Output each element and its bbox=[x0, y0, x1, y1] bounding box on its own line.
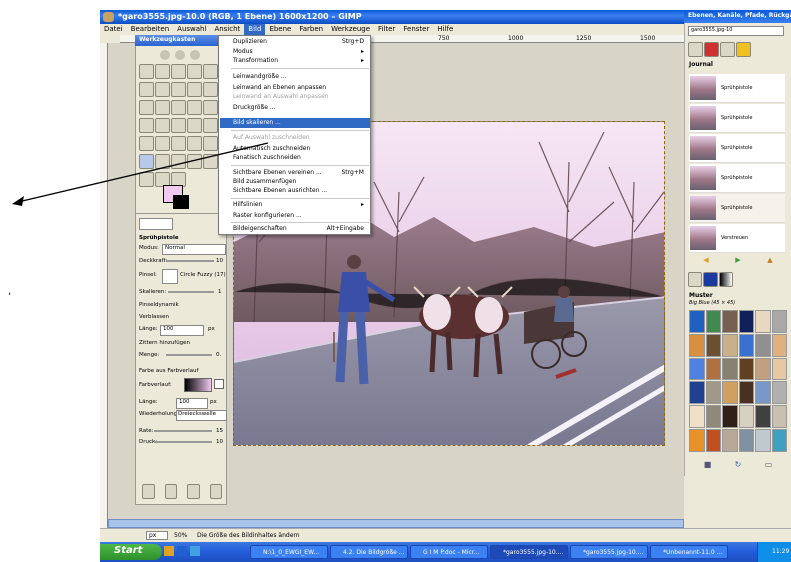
system-tray: 11:29 bbox=[757, 542, 791, 562]
journal-buttons: ◀ ▶ ▲ bbox=[690, 256, 786, 266]
history-thumbnail bbox=[690, 226, 716, 250]
patterns-tab-icon[interactable] bbox=[703, 272, 718, 287]
taskbar-button[interactable]: *Unbenannt-11.0 ... bbox=[650, 545, 728, 559]
unit-select[interactable]: px bbox=[146, 531, 168, 540]
pattern-tabs bbox=[688, 272, 733, 287]
open-pattern-icon[interactable]: ▭ bbox=[765, 460, 773, 470]
history-thumbnail bbox=[690, 196, 716, 220]
pattern-swatch[interactable] bbox=[738, 381, 754, 405]
pattern-swatch[interactable] bbox=[689, 381, 705, 405]
start-button[interactable]: Start bbox=[100, 544, 162, 560]
pattern-swatch[interactable] bbox=[771, 429, 787, 452]
history-thumbnail bbox=[690, 76, 716, 100]
horizontal-scrollbar[interactable] bbox=[108, 519, 684, 528]
taskbar-button[interactable]: N:\1_0_EWGI_EW... bbox=[250, 545, 328, 559]
taskbar-button[interactable]: *garo3555.jpg-10.... bbox=[490, 545, 568, 559]
quicklaunch-icon[interactable] bbox=[177, 546, 187, 556]
pattern-swatch[interactable] bbox=[755, 333, 771, 357]
history-label: Verstreuen bbox=[721, 235, 749, 241]
history-label: Sprühpistole bbox=[721, 205, 753, 211]
taskbar-button[interactable]: 4.2. Die Bildgröße ... bbox=[330, 545, 408, 559]
list-item[interactable]: Sprühpistole bbox=[689, 134, 785, 163]
journal-label: Journal bbox=[689, 61, 713, 68]
paths-tab-icon[interactable] bbox=[720, 42, 735, 57]
history-thumbnail bbox=[690, 106, 716, 130]
history-thumbnail bbox=[690, 136, 716, 160]
pattern-swatch[interactable] bbox=[755, 381, 771, 405]
dock-tabs bbox=[688, 42, 753, 57]
pattern-swatch[interactable] bbox=[738, 429, 754, 452]
pattern-swatch[interactable] bbox=[689, 429, 705, 452]
status-message: Die Größe des Bildinhaltes ändern bbox=[197, 532, 300, 539]
pattern-swatch[interactable] bbox=[705, 357, 721, 381]
history-label: Sprühpistole bbox=[721, 85, 753, 91]
pattern-swatch[interactable] bbox=[722, 310, 738, 333]
patterns-sublabel: Big Blue (45 × 45) bbox=[689, 300, 736, 306]
pattern-swatch[interactable] bbox=[738, 333, 754, 357]
pattern-swatch[interactable] bbox=[689, 405, 705, 429]
pattern-swatch[interactable] bbox=[771, 381, 787, 405]
pattern-swatch[interactable] bbox=[689, 333, 705, 357]
pattern-swatch[interactable] bbox=[755, 429, 771, 452]
list-item[interactable]: Sprühpistole bbox=[689, 74, 785, 103]
pattern-swatch[interactable] bbox=[705, 381, 721, 405]
delete-pattern-icon[interactable]: ■ bbox=[704, 460, 712, 470]
history-thumbnail bbox=[690, 166, 716, 190]
image-select-dropdown[interactable]: garo3555.jpg-10 bbox=[688, 26, 784, 36]
annotation-arrow bbox=[12, 142, 269, 206]
list-item[interactable]: Verstreuen bbox=[689, 224, 785, 253]
pattern-swatch[interactable] bbox=[722, 333, 738, 357]
channels-tab-icon[interactable] bbox=[704, 42, 719, 57]
dock-title[interactable]: Ebenen, Kanäle, Pfade, Rückgäng... bbox=[684, 10, 791, 23]
undo-icon[interactable]: ◀ bbox=[703, 256, 708, 266]
pattern-swatch[interactable] bbox=[755, 357, 771, 381]
quick-launch bbox=[164, 546, 214, 558]
pattern-swatch[interactable] bbox=[738, 357, 754, 381]
pattern-swatch[interactable] bbox=[755, 405, 771, 429]
pattern-swatch[interactable] bbox=[722, 381, 738, 405]
history-label: Sprühpistole bbox=[721, 175, 753, 181]
pattern-swatch[interactable] bbox=[705, 310, 721, 333]
pattern-buttons: ■ ↻ ▭ bbox=[692, 460, 784, 470]
pattern-swatch[interactable] bbox=[755, 310, 771, 333]
statusbar: px 50% Die Größe des Bildinhaltes ändern bbox=[100, 528, 791, 542]
pattern-swatch[interactable] bbox=[738, 310, 754, 333]
taskbar-button[interactable]: *garo3555.jpg-10.... bbox=[570, 545, 648, 559]
undo-tab-icon[interactable] bbox=[736, 42, 751, 57]
pattern-swatch[interactable] bbox=[722, 405, 738, 429]
pattern-swatch[interactable] bbox=[722, 429, 738, 452]
list-item[interactable]: Sprühpistole bbox=[689, 104, 785, 133]
list-item[interactable]: Sprühpistole bbox=[689, 194, 785, 223]
pattern-swatch[interactable] bbox=[689, 310, 705, 333]
redo-icon[interactable]: ▶ bbox=[735, 256, 740, 266]
pattern-swatch[interactable] bbox=[705, 405, 721, 429]
patterns-label: Muster bbox=[689, 292, 713, 299]
pattern-swatch[interactable] bbox=[771, 310, 787, 333]
refresh-patterns-icon[interactable]: ↻ bbox=[735, 460, 742, 470]
pattern-grid bbox=[689, 310, 787, 452]
history-label: Sprühpistole bbox=[721, 145, 753, 151]
layers-tab-icon[interactable] bbox=[688, 42, 703, 57]
pattern-swatch[interactable] bbox=[705, 333, 721, 357]
brushes-tab-icon[interactable] bbox=[688, 272, 703, 287]
taskbar-button[interactable]: G I M P.doc - Micr... bbox=[410, 545, 488, 559]
pattern-swatch[interactable] bbox=[705, 429, 721, 452]
clock[interactable]: 11:29 bbox=[772, 548, 789, 555]
pattern-swatch[interactable] bbox=[771, 405, 787, 429]
pattern-swatch[interactable] bbox=[738, 405, 754, 429]
clear-history-icon[interactable]: ▲ bbox=[767, 256, 772, 266]
pattern-swatch[interactable] bbox=[722, 357, 738, 381]
quicklaunch-icon[interactable] bbox=[164, 546, 174, 556]
stray-mark: , bbox=[8, 286, 12, 297]
list-item[interactable]: Sprühpistole bbox=[689, 164, 785, 193]
quicklaunch-icon[interactable] bbox=[190, 546, 200, 556]
journal-list: Sprühpistole Sprühpistole Sprühpistole S… bbox=[684, 70, 791, 253]
pattern-swatch[interactable] bbox=[771, 357, 787, 381]
pattern-swatch[interactable] bbox=[689, 357, 705, 381]
zoom-select[interactable]: 50% bbox=[174, 532, 187, 539]
gradients-tab-icon[interactable] bbox=[718, 272, 733, 287]
history-label: Sprühpistole bbox=[721, 115, 753, 121]
pattern-swatch[interactable] bbox=[771, 333, 787, 357]
